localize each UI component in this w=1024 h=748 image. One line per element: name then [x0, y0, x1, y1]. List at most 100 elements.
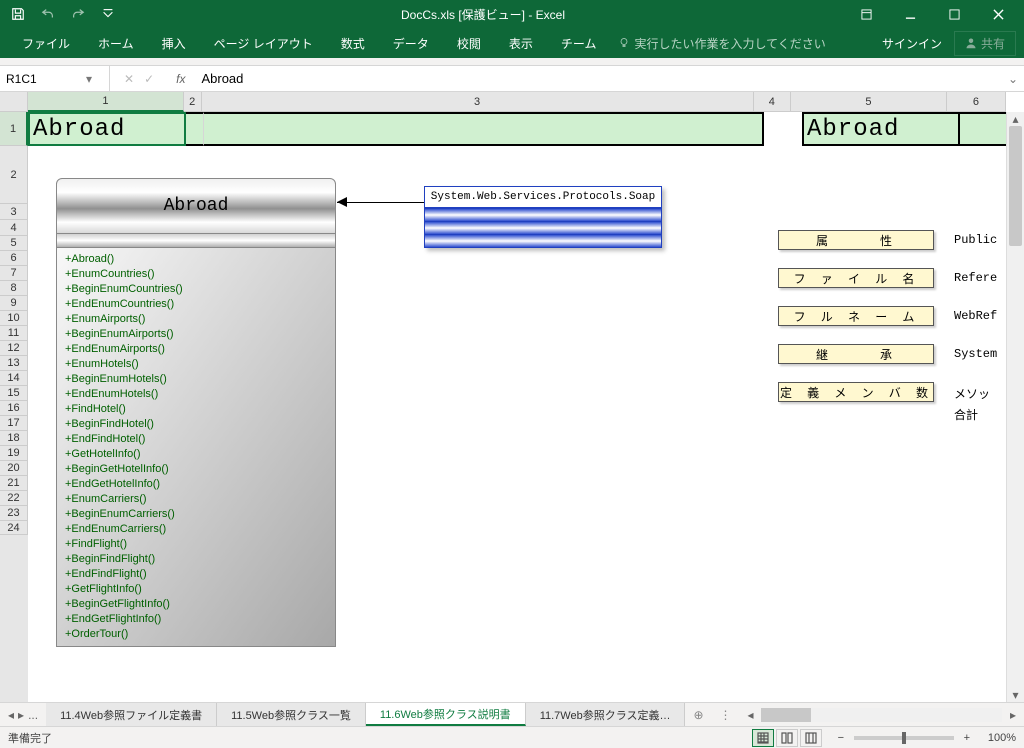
row-header[interactable]: 11: [0, 326, 28, 341]
row-header[interactable]: 14: [0, 371, 28, 386]
row-header[interactable]: 22: [0, 491, 28, 506]
save-icon[interactable]: [4, 2, 32, 26]
status-bar: 準備完了 − + 100%: [0, 726, 1024, 748]
tell-me-search[interactable]: 実行したい作業を入力してください: [618, 35, 825, 52]
new-sheet-button[interactable]: ⊕: [685, 708, 711, 722]
tab-last-icon[interactable]: ▸: [18, 708, 24, 722]
class-member: +GetFlightInfo(): [65, 582, 327, 597]
name-box-dropdown-icon[interactable]: ▾: [86, 72, 92, 86]
hscroll-thumb[interactable]: [761, 708, 811, 722]
row-header[interactable]: 15: [0, 386, 28, 401]
sheet-tab[interactable]: 11.4Web参照ファイル定義書: [46, 703, 217, 726]
row-header[interactable]: 21: [0, 476, 28, 491]
share-button[interactable]: 共有: [954, 31, 1016, 56]
column-header[interactable]: 1: [28, 92, 184, 112]
vertical-scrollbar[interactable]: ▴ ▾: [1006, 112, 1024, 702]
cell-r1c1[interactable]: Abroad: [28, 112, 186, 146]
tab-insert[interactable]: 挿入: [148, 28, 200, 58]
maximize-icon[interactable]: [932, 0, 976, 28]
zoom-in-button[interactable]: +: [960, 732, 974, 744]
scroll-up-icon[interactable]: ▴: [1007, 112, 1024, 126]
column-header[interactable]: 2: [184, 92, 202, 112]
horizontal-scrollbar[interactable]: ◂ ▸: [739, 708, 1024, 722]
zoom-slider[interactable]: [854, 736, 954, 740]
row-header[interactable]: 1: [0, 112, 28, 146]
hscroll-left-icon[interactable]: ◂: [743, 708, 757, 722]
row-header[interactable]: 13: [0, 356, 28, 371]
normal-view-icon[interactable]: [752, 729, 774, 747]
class-member: +EndEnumHotels(): [65, 387, 327, 402]
fx-label[interactable]: fx: [168, 72, 193, 86]
column-header[interactable]: 5: [791, 92, 947, 112]
page-break-view-icon[interactable]: [800, 729, 822, 747]
cell-r1c2[interactable]: [186, 112, 204, 146]
cell-r1c6[interactable]: [960, 112, 1006, 146]
column-header[interactable]: 4: [754, 92, 791, 112]
cell-r1c5[interactable]: Abroad: [802, 112, 960, 146]
scroll-thumb[interactable]: [1009, 126, 1022, 246]
row-header[interactable]: 4: [0, 220, 28, 236]
undo-icon[interactable]: [34, 2, 62, 26]
tab-team[interactable]: チーム: [547, 28, 611, 58]
enter-formula-icon[interactable]: ✓: [144, 72, 154, 86]
sheet-tab[interactable]: 11.7Web参照クラス定義…: [526, 703, 686, 726]
row-header[interactable]: 18: [0, 431, 28, 446]
column-header[interactable]: 3: [202, 92, 754, 112]
row-header[interactable]: 6: [0, 251, 28, 266]
formula-expand-icon[interactable]: ⌄: [1002, 72, 1024, 86]
cell-r1c3[interactable]: [204, 112, 764, 146]
row-header[interactable]: 5: [0, 236, 28, 251]
sheet-tab[interactable]: 11.5Web参照クラス一覧: [217, 703, 366, 726]
row-header[interactable]: 19: [0, 446, 28, 461]
class-member: +FindHotel(): [65, 402, 327, 417]
redo-icon[interactable]: [64, 2, 92, 26]
tab-review[interactable]: 校閲: [443, 28, 495, 58]
zoom-thumb[interactable]: [902, 732, 906, 744]
zoom-out-button[interactable]: −: [834, 732, 848, 744]
tab-data[interactable]: データ: [379, 28, 443, 58]
scroll-down-icon[interactable]: ▾: [1007, 688, 1024, 702]
minimize-icon[interactable]: [888, 0, 932, 28]
cell-grid[interactable]: Abroad Abroad Abroad +Abroad()+EnumCount…: [28, 112, 1006, 702]
tab-view[interactable]: 表示: [495, 28, 547, 58]
qat-customize-icon[interactable]: [94, 2, 122, 26]
tab-file[interactable]: ファイル: [8, 28, 84, 58]
hscroll-track[interactable]: [761, 708, 1002, 722]
zoom-control: − + 100%: [834, 732, 1016, 744]
class-member: +EnumCarriers(): [65, 492, 327, 507]
row-header[interactable]: 12: [0, 341, 28, 356]
row-header[interactable]: 20: [0, 461, 28, 476]
row-header[interactable]: 9: [0, 296, 28, 311]
ribbon-display-icon[interactable]: [844, 0, 888, 28]
row-header[interactable]: 24: [0, 521, 28, 535]
formula-input[interactable]: [193, 66, 1002, 91]
window-title: DocCs.xls [保護ビュー] - Excel: [122, 6, 844, 23]
tab-formulas[interactable]: 数式: [327, 28, 379, 58]
class-member: +BeginGetHotelInfo(): [65, 462, 327, 477]
zoom-level[interactable]: 100%: [988, 732, 1016, 744]
page-layout-view-icon[interactable]: [776, 729, 798, 747]
signin-button[interactable]: サインイン: [870, 35, 954, 52]
row-header[interactable]: 10: [0, 311, 28, 326]
row-header[interactable]: 8: [0, 281, 28, 296]
tab-first-icon[interactable]: ◂: [8, 708, 14, 722]
tab-page-layout[interactable]: ページ レイアウト: [200, 28, 327, 58]
row-header[interactable]: 2: [0, 146, 28, 204]
select-all-corner[interactable]: [0, 92, 28, 112]
cancel-formula-icon[interactable]: ✕: [124, 72, 134, 86]
class-member: +BeginEnumHotels(): [65, 372, 327, 387]
column-header[interactable]: 6: [947, 92, 1006, 112]
class-member: +BeginEnumAirports(): [65, 327, 327, 342]
name-box[interactable]: ▾: [0, 66, 110, 91]
hscroll-right-icon[interactable]: ▸: [1006, 708, 1020, 722]
row-header[interactable]: 3: [0, 204, 28, 220]
close-icon[interactable]: [976, 0, 1020, 28]
name-box-input[interactable]: [6, 72, 86, 86]
tab-home[interactable]: ホーム: [84, 28, 148, 58]
row-header[interactable]: 23: [0, 506, 28, 521]
tab-ellipsis[interactable]: ...: [28, 708, 38, 722]
row-header[interactable]: 7: [0, 266, 28, 281]
row-header[interactable]: 17: [0, 416, 28, 431]
row-header[interactable]: 16: [0, 401, 28, 416]
sheet-tab[interactable]: 11.6Web参照クラス説明書: [366, 703, 526, 726]
